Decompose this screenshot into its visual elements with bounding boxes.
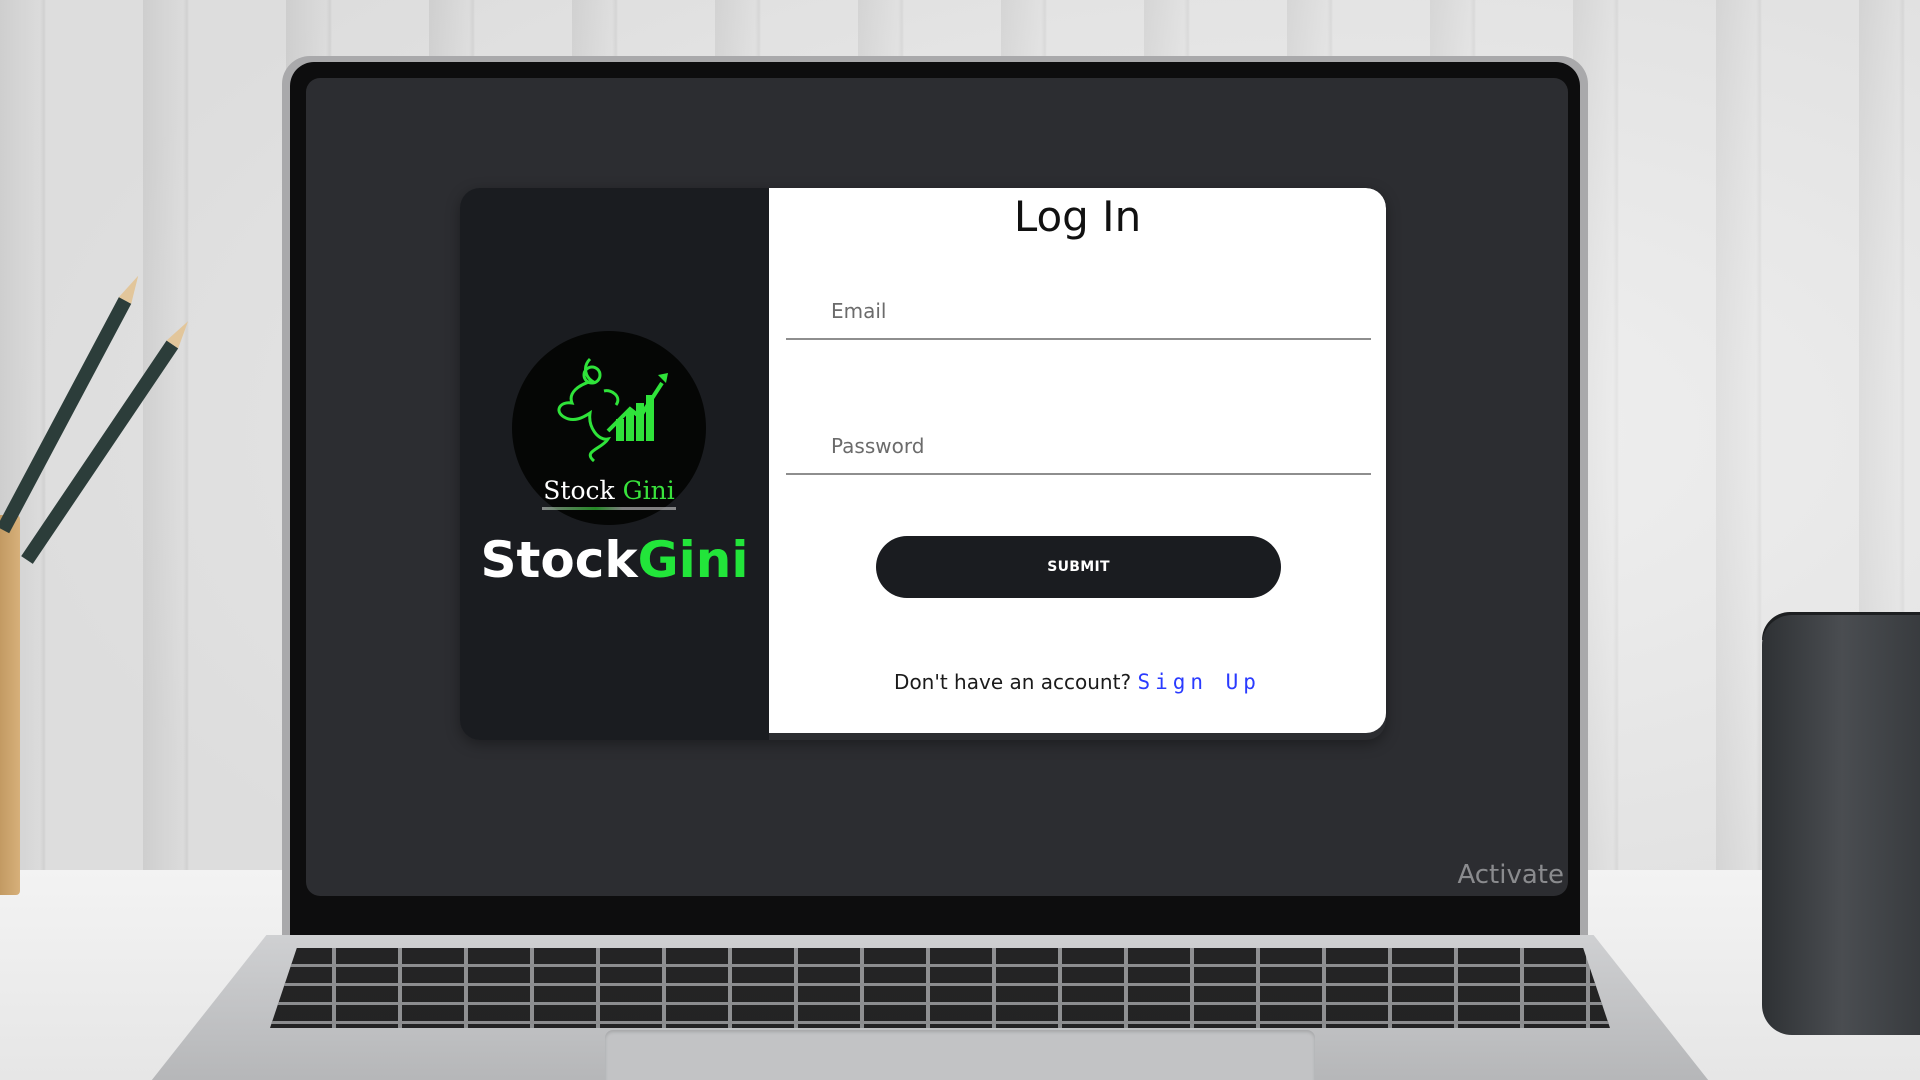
login-form: Log In SUBMIT Don't have an account? Sig…	[769, 188, 1386, 733]
password-field-wrapper	[786, 419, 1371, 475]
keyboard-rows	[270, 948, 1610, 1028]
pencil-holder	[0, 515, 20, 895]
scene: Stock Gini StockGini Log In SUBMIT Don't…	[0, 0, 1920, 1080]
trackpad	[605, 1030, 1315, 1080]
laptop-screen: Stock Gini StockGini Log In SUBMIT Don't…	[306, 78, 1568, 896]
login-card: Stock Gini StockGini Log In SUBMIT Don't…	[460, 188, 1386, 740]
password-field[interactable]	[786, 419, 1371, 473]
brand-name: StockGini	[460, 531, 769, 589]
signup-prompt-text: Don't have an account?	[894, 670, 1132, 694]
email-field[interactable]	[786, 284, 1371, 338]
email-field-wrapper	[786, 284, 1371, 340]
submit-button[interactable]: SUBMIT	[876, 536, 1281, 598]
signup-prompt: Don't have an account? Sign Up	[769, 670, 1386, 694]
stockgini-logo: Stock Gini	[512, 331, 706, 525]
coffee-mug	[1762, 615, 1920, 1035]
logo-wordmark: Stock Gini	[543, 476, 675, 505]
brand-panel: Stock Gini StockGini	[460, 188, 769, 740]
page-title: Log In	[1013, 192, 1142, 241]
windows-activation-watermark: Activate	[1457, 860, 1564, 890]
brand-name-accent: Gini	[637, 531, 749, 589]
brand-name-primary: Stock	[480, 531, 638, 589]
logo-tagline	[542, 507, 676, 510]
signup-link[interactable]: Sign Up	[1137, 670, 1261, 694]
